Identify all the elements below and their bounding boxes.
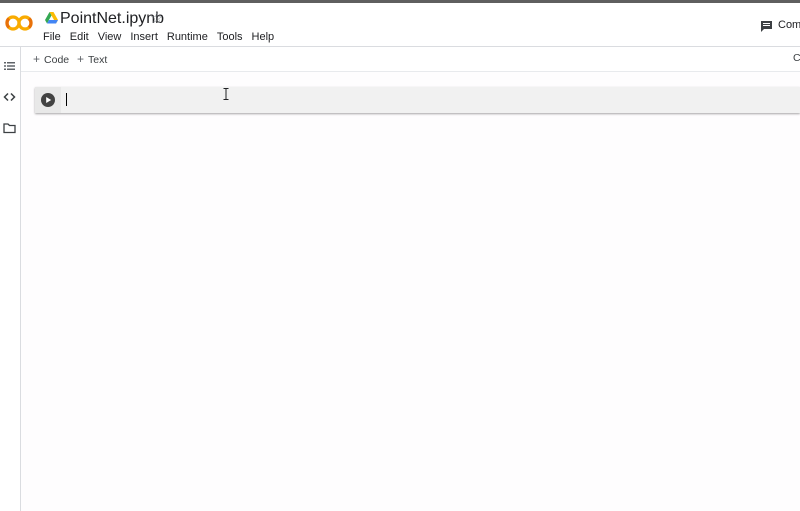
menu-file[interactable]: File [43, 31, 61, 43]
run-cell-button[interactable] [41, 93, 55, 107]
menu-runtime[interactable]: Runtime [167, 31, 208, 43]
menu-tools[interactable]: Tools [217, 31, 243, 43]
comment-label: Comm [778, 19, 800, 31]
mouse-ibeam-cursor [223, 88, 229, 100]
google-drive-icon [45, 12, 58, 24]
colab-logo[interactable] [5, 14, 33, 32]
notebook-toolbar: + Code + Text C [21, 47, 800, 72]
folder-icon[interactable] [3, 122, 16, 134]
table-of-contents-icon[interactable] [3, 60, 16, 72]
toolbar-right-button[interactable]: C [793, 52, 800, 64]
menu-insert[interactable]: Insert [130, 31, 158, 43]
notebook-title[interactable]: PointNet.ipynb [60, 9, 164, 29]
menu-help[interactable]: Help [252, 31, 275, 43]
comment-icon [761, 21, 772, 32]
add-text-label: Text [88, 54, 108, 66]
play-icon [46, 97, 52, 103]
star-icon[interactable]: ☆ [150, 9, 163, 29]
add-code-label: Code [44, 54, 70, 66]
header: PointNet.ipynb ☆ File Edit View Insert Runti… [0, 3, 800, 47]
plus-icon: + [77, 52, 85, 66]
plus-icon: + [33, 52, 41, 66]
cell-gutter [35, 87, 61, 113]
text-cursor [66, 93, 67, 106]
add-text-button[interactable]: + Text [77, 52, 107, 66]
menu-bar: File Edit View Insert Runtime Tools Help [43, 30, 283, 44]
code-cell[interactable] [35, 87, 800, 113]
left-sidebar [0, 47, 21, 511]
menu-view[interactable]: View [98, 31, 122, 43]
code-snippets-icon[interactable] [3, 91, 16, 103]
add-code-button[interactable]: + Code [33, 52, 69, 66]
menu-edit[interactable]: Edit [70, 31, 89, 43]
